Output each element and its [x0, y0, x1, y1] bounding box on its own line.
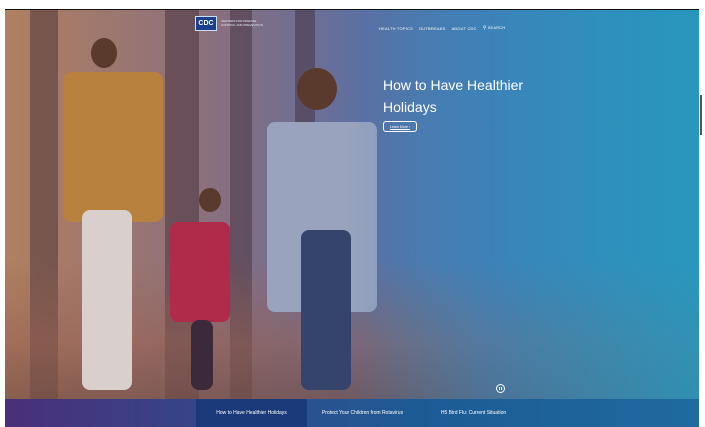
- learn-more-label: Learn More: [390, 124, 408, 129]
- hero-title: How to Have Healthier Holidays: [383, 77, 524, 115]
- nav-about-cdc[interactable]: ABOUT CDC: [451, 26, 476, 31]
- search-icon: ⚲: [482, 25, 487, 31]
- carousel-tabs: How to Have Healthier Holidays Protect Y…: [5, 399, 699, 427]
- learn-more-button[interactable]: Learn More ›: [383, 121, 418, 132]
- scrollbar-thumb[interactable]: [700, 95, 702, 135]
- nav-outbreaks[interactable]: OUTBREAKS: [419, 26, 445, 31]
- chevron-right-icon: ›: [407, 124, 411, 129]
- carousel-tab-1[interactable]: How to Have Healthier Holidays: [196, 399, 307, 427]
- cdc-logo-badge: CDC: [195, 16, 217, 31]
- hero-gradient-overlay: [345, 10, 699, 399]
- page-viewport: CDC CENTERS FOR DISEASE CONTROL AND PREV…: [5, 9, 699, 427]
- carousel-tab-2[interactable]: Protect Your Children from Rotavirus: [307, 399, 418, 427]
- carousel-tab-3[interactable]: H5 Bird Flu: Current Situation: [418, 399, 529, 427]
- nav-health-topics[interactable]: HEALTH TOPICS: [379, 26, 413, 31]
- top-navigation: HEALTH TOPICS OUTBREAKS ABOUT CDC ⚲SEARC…: [379, 25, 505, 31]
- hero-banner: [5, 10, 699, 399]
- search-label: SEARCH: [487, 25, 506, 30]
- carousel-spacer: [5, 399, 196, 427]
- cdc-logo-tagline: CENTERS FOR DISEASE CONTROL AND PREVENTI…: [221, 20, 263, 27]
- cdc-logo[interactable]: CDC CENTERS FOR DISEASE CONTROL AND PREV…: [195, 16, 263, 31]
- pause-icon[interactable]: [496, 384, 505, 393]
- logo-tagline-line-2: CONTROL AND PREVENTION: [221, 23, 263, 27]
- nav-search[interactable]: ⚲SEARCH: [483, 25, 506, 31]
